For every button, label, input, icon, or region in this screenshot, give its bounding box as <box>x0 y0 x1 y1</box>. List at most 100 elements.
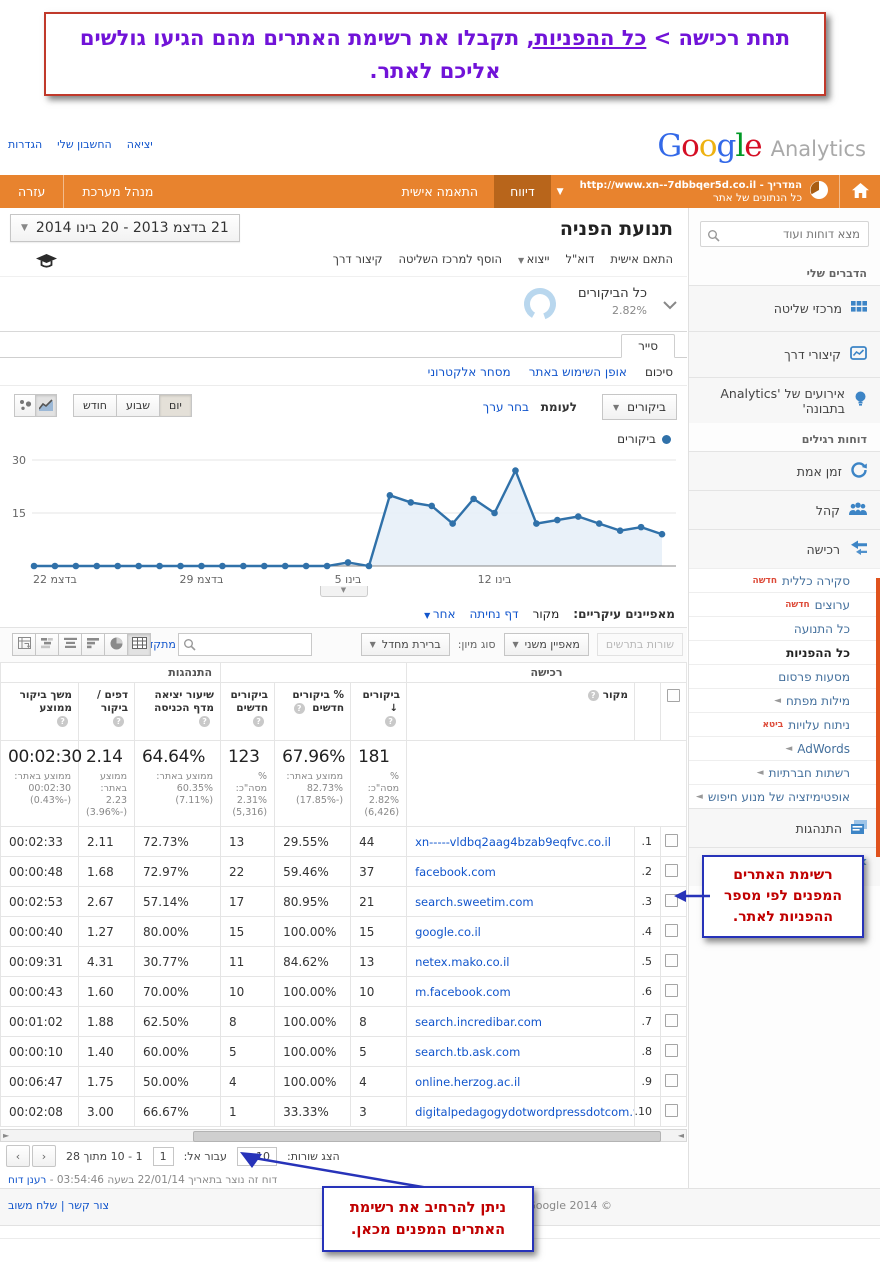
row-checkbox[interactable] <box>665 864 678 877</box>
table-search-input[interactable] <box>199 636 311 654</box>
account-link-2[interactable]: יציאה <box>127 138 153 151</box>
col-pages[interactable]: דפים / ביקור? <box>79 683 135 741</box>
account-link-1[interactable]: החשבון שלי <box>57 138 112 151</box>
view-button-table-icon[interactable] <box>127 633 151 656</box>
sort-type-button[interactable]: ברירת מחדל▼ <box>361 633 450 656</box>
granularity-חודש[interactable]: חודש <box>73 394 117 417</box>
sidebar-item-קהל[interactable]: קהל <box>689 490 880 529</box>
col-source[interactable]: מקור? <box>407 683 635 741</box>
date-range-selector[interactable]: 21 בדצמ 2013 - 20 בינו 2014 ▼ <box>10 214 240 242</box>
table-search-box[interactable] <box>178 633 312 656</box>
account-link-0[interactable]: הגדרות <box>8 138 42 151</box>
primary-dim-מקור[interactable]: מקור <box>533 607 560 621</box>
row-checkbox[interactable] <box>665 1104 678 1117</box>
sidebar-subitem-כל ההפניות[interactable]: כל ההפניות <box>689 640 880 664</box>
secondary-dimension-button[interactable]: מאפיין משני▼ <box>504 633 589 656</box>
source-link[interactable]: online.herzog.ac.il <box>407 1067 635 1097</box>
nav-admin[interactable]: מנהל מערכת <box>64 175 171 208</box>
chevron-down-icon[interactable] <box>663 295 677 314</box>
line-chart-button[interactable] <box>35 394 57 417</box>
row-checkbox[interactable] <box>665 984 678 997</box>
row-checkbox[interactable] <box>665 1044 678 1057</box>
view-button-percentage-icon[interactable] <box>104 633 128 656</box>
col-new-visits[interactable]: ביקורים חדשים? <box>221 683 275 741</box>
row-checkbox[interactable] <box>665 924 678 937</box>
source-link[interactable]: search.incredibar.com <box>407 1007 635 1037</box>
metric-selector[interactable]: ביקורים▼ <box>602 394 677 420</box>
action-0[interactable]: התאם אישית <box>610 252 673 266</box>
view-button-performance-icon[interactable] <box>81 633 105 656</box>
source-link[interactable]: facebook.com <box>407 857 635 887</box>
col-pct-new[interactable]: % ביקורים חדשים ? <box>275 683 351 741</box>
sidebar-subitem-מילות מפתח[interactable]: מילות מפתח◄ <box>689 688 880 712</box>
visits-chart[interactable]: 153022 בדצמ29 בדצמ5 בינו12 בינו <box>0 448 687 590</box>
col-duration[interactable]: משך ביקור ממוצע? <box>1 683 79 741</box>
refresh-report-link[interactable]: רענן דוח <box>8 1174 46 1186</box>
sidebar-item-רכישה[interactable]: רכישה <box>689 529 880 568</box>
view-button-pivot-icon[interactable] <box>12 633 36 656</box>
action-1[interactable]: דוא"ל <box>565 252 594 266</box>
sidebar-item-זמן אמת[interactable]: זמן אמת <box>689 451 880 490</box>
tab-reporting[interactable]: דיווח <box>494 175 551 208</box>
next-page-button[interactable]: › <box>32 1145 56 1167</box>
granularity-שבוע[interactable]: שבוע <box>116 394 160 417</box>
sidebar-subitem-רשתות חברתיות[interactable]: רשתות חברתיות◄ <box>689 760 880 784</box>
subtab-מסחר אלקטרוני[interactable]: מסחר אלקטרוני <box>428 365 511 379</box>
sidebar-subitem-מסעות פרסום[interactable]: מסעות פרסום <box>689 664 880 688</box>
col-rank[interactable] <box>635 683 661 741</box>
horizontal-scrollbar[interactable]: ◄ ► <box>0 1129 687 1142</box>
sidebar-item-אירועים של 'Analytics בתבונה'[interactable]: אירועים של 'Analytics בתבונה' <box>689 377 880 423</box>
segment-all-visits[interactable]: כל הביקורים 2.82% <box>578 286 647 317</box>
search-input[interactable] <box>713 224 862 244</box>
granularity-יום[interactable]: יום <box>159 394 192 417</box>
col-visits[interactable]: ביקורים ↓? <box>351 683 407 741</box>
action-3[interactable]: הוסף למרכז השליטה <box>399 252 502 266</box>
row-checkbox[interactable] <box>665 1074 678 1087</box>
select-all-checkbox[interactable] <box>667 689 680 702</box>
subtab-אופן השימוש באתר[interactable]: אופן השימוש באתר <box>529 365 627 379</box>
sidebar-subitem-אופטימיזציה של מנוע חיפוש[interactable]: אופטימיזציה של מנוע חיפוש◄ <box>689 784 880 808</box>
col-checkbox[interactable] <box>661 683 687 741</box>
goto-page-input[interactable]: 1 <box>153 1147 174 1166</box>
prev-page-button[interactable]: ‹ <box>6 1145 30 1167</box>
tab-customization[interactable]: התאמה אישית <box>386 175 494 208</box>
versus-select-link[interactable]: בחר ערך <box>483 400 529 414</box>
sidebar-item-מרכזי שליטה[interactable]: מרכזי שליטה <box>689 285 880 331</box>
sidebar-subitem-ניתוח עלויות[interactable]: ניתוח עלויותביטא <box>689 712 880 736</box>
row-checkbox[interactable] <box>665 954 678 967</box>
source-link[interactable]: digitalpedagogydotwordpressdotcom.wordpr… <box>407 1097 635 1127</box>
row-checkbox[interactable] <box>665 1014 678 1027</box>
sidebar-item-קיצורי דרך[interactable]: קיצורי דרך <box>689 331 880 377</box>
sidebar-search[interactable] <box>700 221 869 247</box>
scroll-left-arrow-icon[interactable]: ► <box>3 1130 9 1141</box>
sidebar-subitem-AdWords[interactable]: AdWords◄ <box>689 736 880 760</box>
motion-chart-button[interactable] <box>14 394 36 417</box>
subtab-סיכום[interactable]: סיכום <box>645 365 673 379</box>
education-icon[interactable] <box>36 254 57 272</box>
nav-help[interactable]: עזרה <box>0 175 63 208</box>
home-button[interactable] <box>840 175 880 208</box>
scroll-right-arrow-icon[interactable]: ◄ <box>678 1130 684 1141</box>
footer-links[interactable]: צור קשר | שלח משוב <box>8 1199 109 1212</box>
action-2[interactable]: ייצוא ▼ <box>518 252 550 266</box>
scrollbar-thumb[interactable] <box>193 1131 661 1142</box>
primary-dim-אחר[interactable]: אחר ▼ <box>424 607 455 621</box>
col-bounce[interactable]: שיעור יציאה מדף הכניסה? <box>135 683 221 741</box>
tab-explorer[interactable]: סייר <box>621 334 675 358</box>
property-selector[interactable]: המדריך - http://www.xn--7dbbqer5d.co.il … <box>570 175 839 208</box>
source-link[interactable]: search.tb.ask.com <box>407 1037 635 1067</box>
rows-in-chart-button[interactable]: שורות בתרשים <box>597 633 683 656</box>
view-button-termcloud-icon[interactable] <box>58 633 82 656</box>
source-link[interactable]: search.sweetim.com <box>407 887 635 917</box>
action-4[interactable]: קיצור דרך <box>333 252 383 266</box>
property-dropdown-caret[interactable]: ▼ <box>551 175 570 208</box>
row-checkbox[interactable] <box>665 834 678 847</box>
sidebar-subitem-סקירה כללית[interactable]: סקירה כלליתחדשה <box>689 568 880 592</box>
source-link[interactable]: m.facebook.com <box>407 977 635 1007</box>
primary-dim-דף נחיתה[interactable]: דף נחיתה <box>469 607 518 621</box>
view-button-comparison-icon[interactable] <box>35 633 59 656</box>
source-link[interactable]: netex.mako.co.il <box>407 947 635 977</box>
sidebar-subitem-ערוצים[interactable]: ערוציםחדשה <box>689 592 880 616</box>
sidebar-item-התנהגות[interactable]: התנהגות <box>689 808 880 847</box>
source-link[interactable]: google.co.il <box>407 917 635 947</box>
